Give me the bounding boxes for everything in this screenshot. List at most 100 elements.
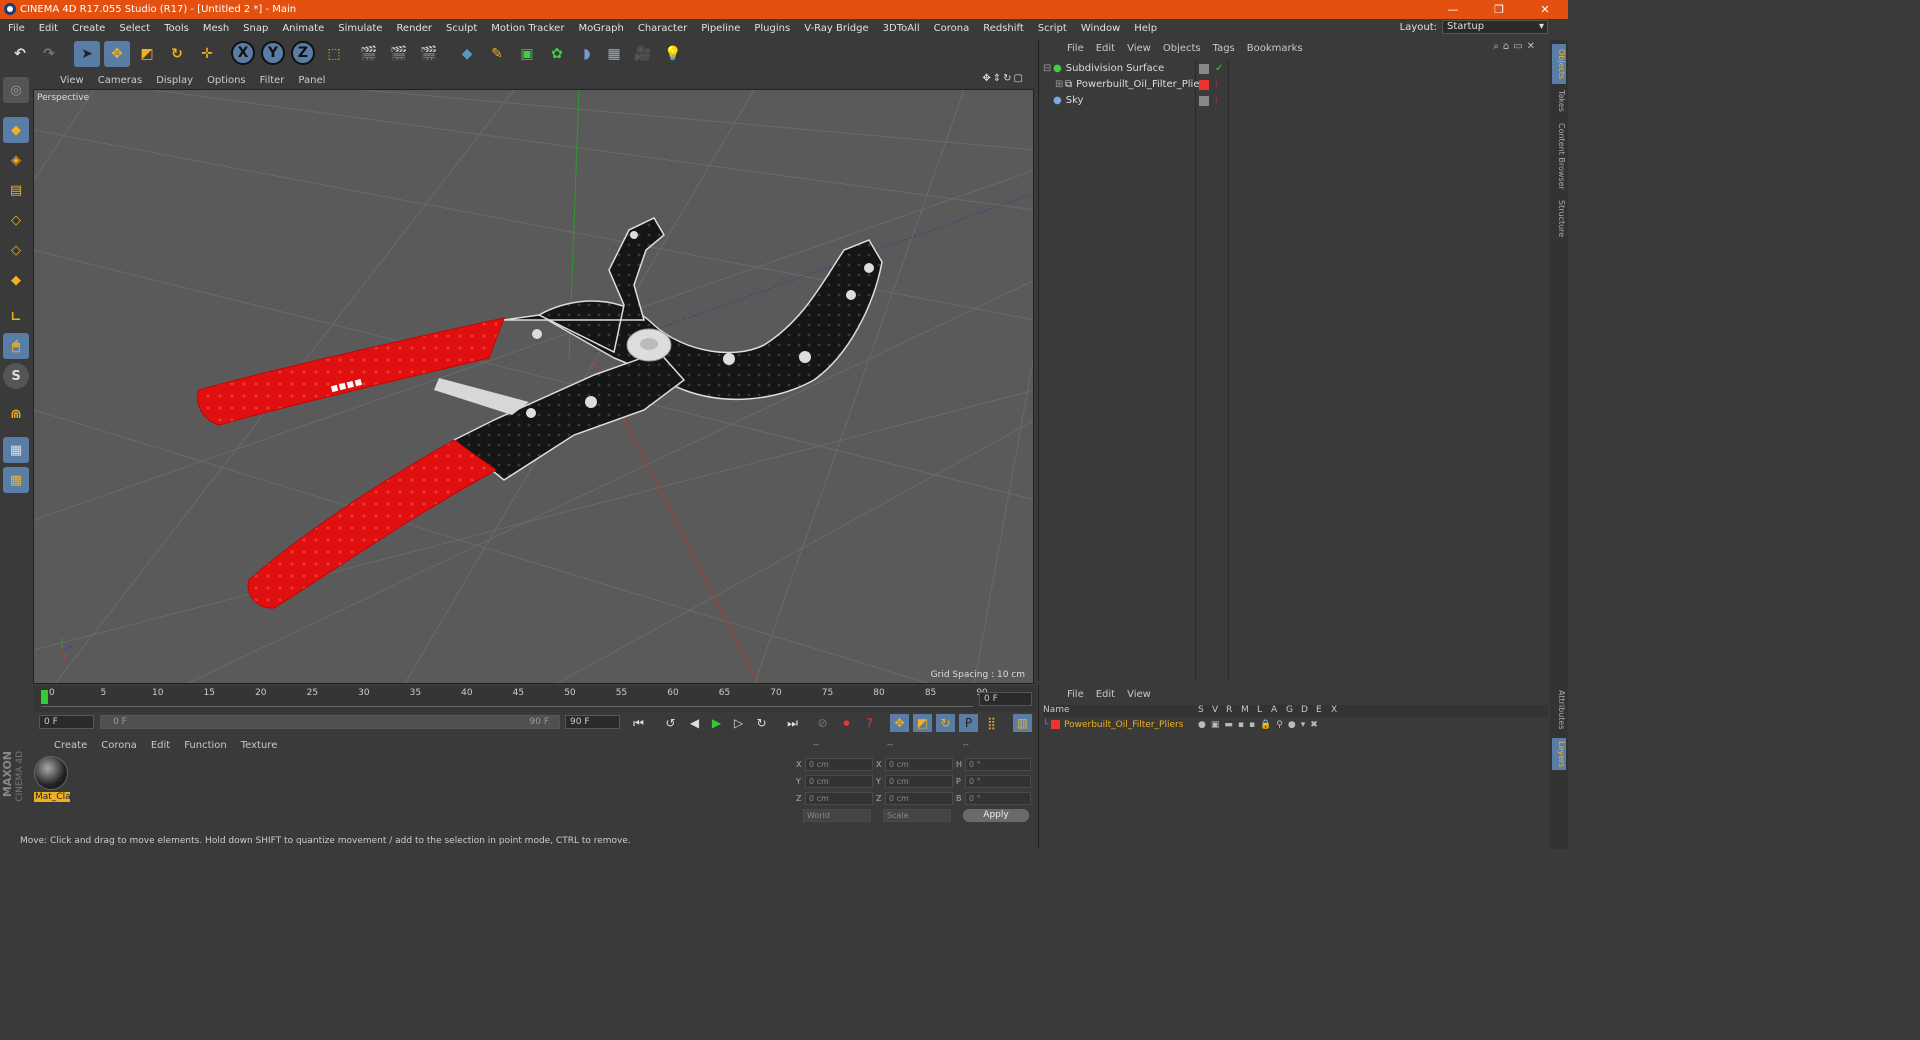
menu-character[interactable]: Character (631, 23, 694, 34)
scale-tool-icon[interactable]: ◩ (134, 41, 160, 67)
key-scale-icon[interactable]: ◩ (913, 714, 932, 732)
pos-x-field[interactable]: 0 cm (805, 758, 873, 771)
size-y-field[interactable]: 0 cm (885, 775, 953, 788)
layer-toggle-icons[interactable]: ●▣▬▪▪🔒⚲●▾✖ (1198, 720, 1323, 730)
menu-tools[interactable]: Tools (157, 23, 196, 34)
lock-workplane-icon[interactable]: ▦ (3, 437, 29, 463)
autokeying-icon[interactable]: ⏺ (837, 714, 856, 732)
polygons-mode-icon[interactable]: ◆ (3, 267, 29, 293)
render-settings-icon[interactable]: 🎬 (416, 41, 442, 67)
size-z-field[interactable]: 0 cm (885, 792, 953, 805)
menu-snap[interactable]: Snap (236, 23, 275, 34)
pen-spline-icon[interactable]: ✎ (484, 41, 510, 67)
visibility-dots-icon[interactable]: ⁝ (1215, 80, 1218, 89)
key-position-icon[interactable]: ✥ (890, 714, 909, 732)
tab-attributes[interactable]: Attributes (1552, 686, 1566, 734)
texture-mode-icon[interactable]: ◈ (3, 147, 29, 173)
menu-mograph[interactable]: MoGraph (571, 23, 630, 34)
go-to-start-icon[interactable]: ⏮ (629, 714, 648, 732)
key-rotation-icon[interactable]: ↻ (936, 714, 955, 732)
previous-frame-icon[interactable]: ◀ (685, 714, 704, 732)
coordinate-system-icon[interactable]: ⬚ (321, 41, 347, 67)
pos-z-field[interactable]: 0 cm (805, 792, 873, 805)
light-icon[interactable]: 💡 (660, 41, 686, 67)
menu-vray-bridge[interactable]: V-Ray Bridge (797, 23, 875, 34)
size-x-field[interactable]: 0 cm (885, 758, 953, 771)
layer-box-icon[interactable] (1199, 63, 1209, 74)
object-row-subdivision[interactable]: ⊟ ● Subdivision Surface ✓ (1043, 61, 1548, 76)
tab-takes[interactable]: Takes (1552, 88, 1566, 114)
menu-sculpt[interactable]: Sculpt (439, 23, 484, 34)
undo-icon[interactable]: ↶ (7, 41, 33, 67)
visibility-dots-icon[interactable]: ⁝ (1215, 96, 1218, 105)
obj-menu-objects[interactable]: Objects (1157, 43, 1207, 54)
layer-col-s[interactable]: S (1198, 705, 1204, 715)
menu-file[interactable]: File (0, 23, 32, 34)
timeline-window-icon[interactable]: ▥ (1013, 714, 1032, 732)
floor-scene-icon[interactable]: ▦ (601, 41, 627, 67)
material-menu-create[interactable]: Create (47, 740, 94, 751)
restore-button[interactable]: ❐ (1476, 0, 1522, 19)
live-selection-icon[interactable]: ➤ (74, 41, 100, 67)
rot-b-field[interactable]: 0 ° (965, 792, 1031, 805)
layer-col-v[interactable]: V (1212, 705, 1218, 715)
end-frame-field[interactable]: 90 F (565, 715, 620, 729)
layer-col-l[interactable]: L (1257, 705, 1262, 715)
object-row-sky[interactable]: ● Sky ⁝ (1043, 93, 1548, 108)
menu-create[interactable]: Create (65, 23, 112, 34)
redo-icon[interactable]: ↷ (36, 41, 62, 67)
current-frame-field[interactable]: 0 F (979, 692, 1032, 706)
menu-window[interactable]: Window (1074, 23, 1127, 34)
minimize-button[interactable]: — (1430, 0, 1476, 19)
layer-menu-edit[interactable]: Edit (1090, 689, 1121, 700)
rot-h-field[interactable]: 0 ° (965, 758, 1031, 771)
viewport-menu-options[interactable]: Options (200, 75, 253, 86)
menu-render[interactable]: Render (389, 23, 439, 34)
tab-structure[interactable]: Structure (1552, 198, 1566, 240)
workplane-icon[interactable]: ▤ (3, 177, 29, 203)
perspective-viewport[interactable]: ▪▪▪▪ Perspective Grid Spacing : 10 cm (33, 89, 1034, 684)
layout-dropdown[interactable]: Startup ▾ (1442, 20, 1548, 34)
menu-plugins[interactable]: Plugins (747, 23, 797, 34)
snap-icon[interactable]: ⋒ (3, 401, 29, 427)
layer-col-a[interactable]: A (1271, 705, 1277, 715)
viewport-navigation-icons[interactable]: ✥⇕↻▢ (975, 73, 1032, 84)
recent-tool-icon[interactable]: ✛ (194, 41, 220, 67)
tab-content-browser[interactable]: Content Browser (1552, 120, 1566, 192)
menu-3dtoall[interactable]: 3DToAll (876, 23, 927, 34)
tab-layers[interactable]: Layers (1552, 738, 1566, 770)
cube-primitive-icon[interactable]: ◆ (454, 41, 480, 67)
frame-range-slider[interactable]: 0 F 90 F (100, 715, 560, 729)
mograph-cloner-icon[interactable]: ✿ (544, 41, 570, 67)
y-axis-lock-icon[interactable]: Y (261, 41, 285, 65)
obj-menu-bookmarks[interactable]: Bookmarks (1241, 43, 1309, 54)
menu-select[interactable]: Select (112, 23, 157, 34)
viewport-menu-filter[interactable]: Filter (253, 75, 292, 86)
menu-script[interactable]: Script (1031, 23, 1074, 34)
key-pla-icon[interactable]: ⣿ (982, 714, 1001, 732)
go-to-end-icon[interactable]: ⏭ (783, 714, 802, 732)
previous-key-icon[interactable]: ↺ (661, 714, 680, 732)
obj-menu-view[interactable]: View (1121, 43, 1157, 54)
enable-axis-icon[interactable]: ∟ (3, 304, 29, 330)
material-menu-edit[interactable]: Edit (144, 740, 177, 751)
menu-redshift[interactable]: Redshift (976, 23, 1031, 34)
viewport-menu-panel[interactable]: Panel (291, 75, 332, 86)
expand-icon[interactable]: ⊞ (1055, 79, 1065, 90)
x-axis-lock-icon[interactable]: X (231, 41, 255, 65)
timeline-ruler[interactable]: 051015202530354045505560657075808590 0 F (33, 686, 1036, 712)
enabled-check-icon[interactable]: ✓ (1215, 63, 1223, 74)
render-view-icon[interactable]: 🎬 (356, 41, 382, 67)
record-keys-icon[interactable]: ⊘ (813, 714, 832, 732)
model-mode-icon[interactable]: ◆ (3, 117, 29, 143)
layer-row[interactable]: └ Powerbuilt_Oil_Filter_Pliers ●▣▬▪▪🔒⚲●▾… (1043, 718, 1548, 731)
object-row-pliers[interactable]: ⊞ ⧉ Powerbuilt_Oil_Filter_Pliers ⁝ (1043, 77, 1548, 92)
layer-menu-file[interactable]: File (1061, 689, 1090, 700)
material-swatch[interactable]: Mat_Cla (34, 756, 70, 804)
next-frame-icon[interactable]: ▷ (729, 714, 748, 732)
layer-col-x[interactable]: X (1331, 705, 1337, 715)
search-icon[interactable]: ⌕⌂▭✕ (1487, 41, 1545, 52)
layer-col-e[interactable]: E (1316, 705, 1322, 715)
subdivision-surface-icon[interactable]: ▣ (514, 41, 540, 67)
menu-edit[interactable]: Edit (32, 23, 65, 34)
